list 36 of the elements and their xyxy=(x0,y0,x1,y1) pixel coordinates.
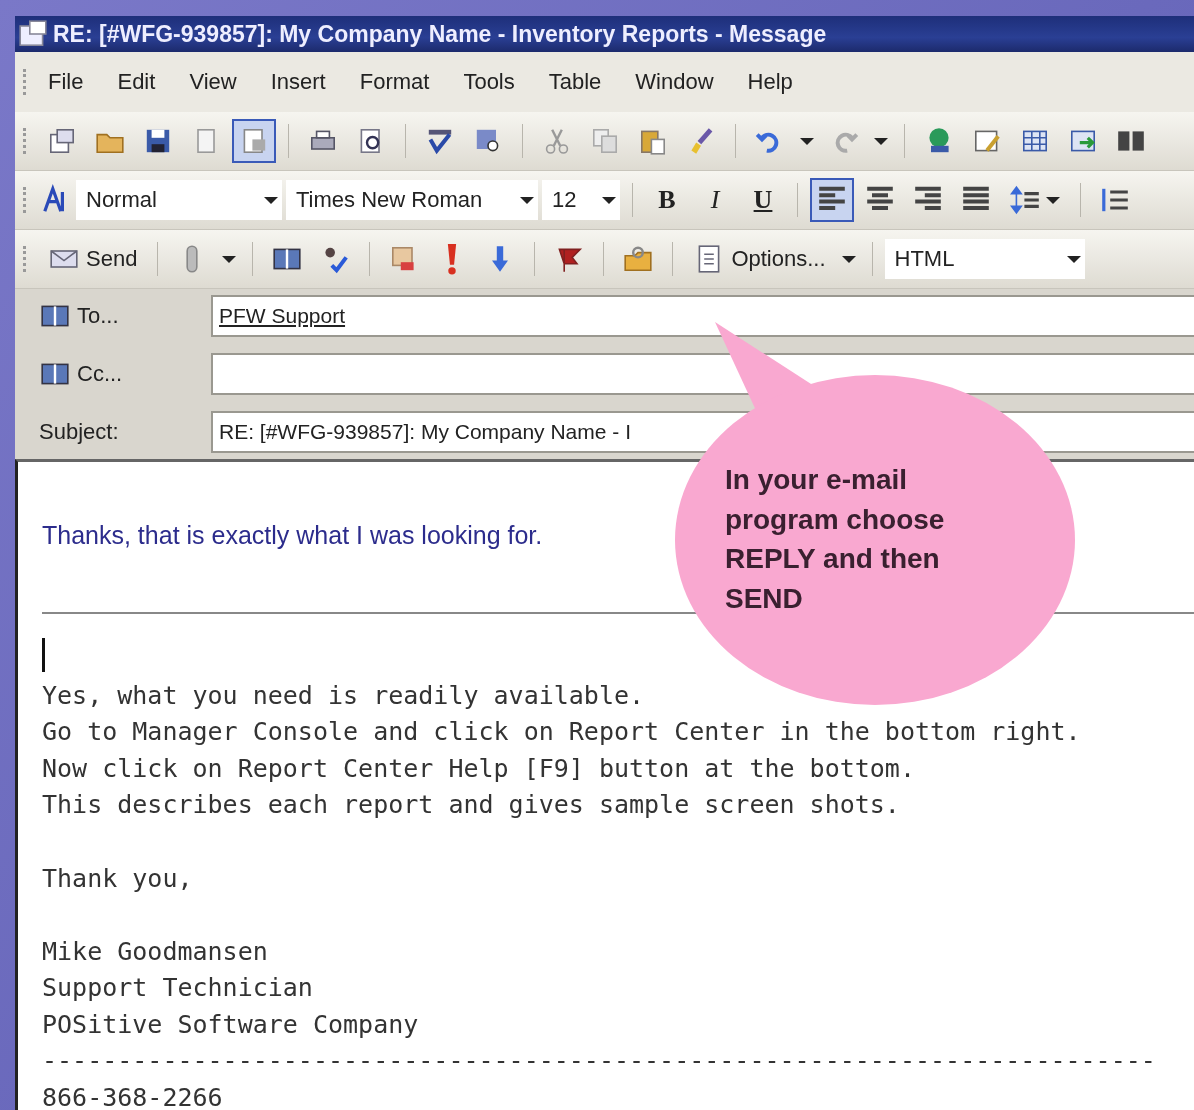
menu-item[interactable]: Edit xyxy=(117,69,156,95)
menu-item[interactable]: Help xyxy=(747,69,793,95)
body-text-line: Thank you, xyxy=(42,862,194,895)
recipient-name[interactable]: PFW Support xyxy=(219,304,346,328)
menu-item[interactable]: Window xyxy=(635,69,714,95)
send-button[interactable]: Send xyxy=(40,237,146,281)
menu-item[interactable]: Insert xyxy=(270,69,326,95)
body-text-line: POSitive Software Company xyxy=(42,1008,420,1041)
callout-text: In your e-mail program choose REPLY and then SEND xyxy=(725,463,946,616)
style-dropdown[interactable]: Normal xyxy=(76,180,282,220)
menu-item[interactable]: Format xyxy=(359,69,430,95)
options-button[interactable]: Options... xyxy=(685,237,834,281)
italic-button[interactable]: I xyxy=(693,178,737,222)
body-text-line: -------------------------------------------------------------------------- xyxy=(42,1045,1157,1078)
body-text-line: Go to Manager Console and click on Report Center in the bottom right. xyxy=(42,716,1082,749)
cc-button[interactable]: Cc... xyxy=(19,358,211,390)
body-text-line: Yes, what you need is readily available. xyxy=(42,680,646,712)
font-dropdown[interactable]: Times New Roman xyxy=(286,180,538,220)
menu-item[interactable]: Tools xyxy=(463,69,515,95)
body-text-line: Now click on Report Center Help [F9] button at the bottom. xyxy=(42,752,916,785)
menu-item[interactable]: Table xyxy=(548,69,602,95)
bold-button[interactable]: B xyxy=(645,178,689,222)
message-format-dropdown[interactable]: HTML xyxy=(884,239,1085,279)
body-text-line: 866-368-2266 xyxy=(42,1081,224,1110)
body-text-line: Support Technician xyxy=(42,972,314,1005)
body-text-line: Mike Goodmansen xyxy=(42,936,269,969)
to-button[interactable]: To... xyxy=(19,300,211,332)
menu-item[interactable]: File xyxy=(48,69,84,95)
to-field[interactable]: PFW Support xyxy=(211,295,1194,337)
font-size-dropdown[interactable]: 12 xyxy=(542,180,620,220)
window-title: RE: [#WFG-939857]: My Company Name - Inventory Reports - Message xyxy=(53,20,827,48)
body-text-line: This describes each report and gives sample screen shots. xyxy=(42,789,901,822)
quoted-text: Thanks, that is exactly what I was looking for. xyxy=(42,520,543,551)
menu-item[interactable]: View xyxy=(189,69,237,95)
underline-button[interactable]: U xyxy=(741,178,785,222)
subject-label: Subject: xyxy=(38,419,120,445)
